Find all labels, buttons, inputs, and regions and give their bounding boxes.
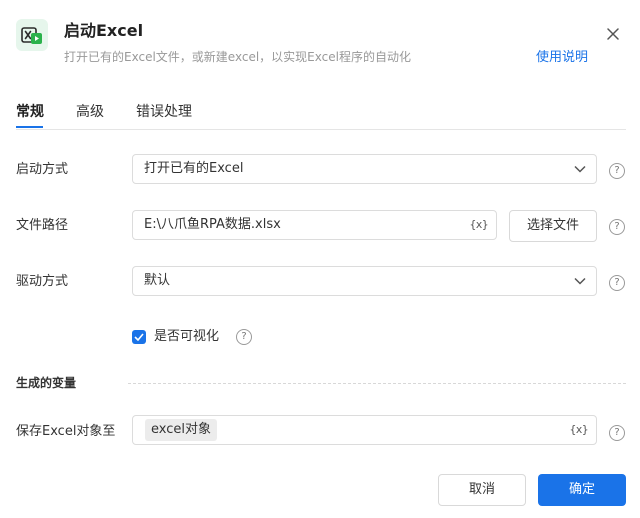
dialog-subtitle: 打开已有的Excel文件，或新建excel，以实现Excel程序的自动化 (64, 50, 411, 64)
visible-checkbox-label: 是否可视化 (154, 329, 220, 344)
excel-start-icon (16, 19, 48, 51)
section-divider (128, 383, 626, 384)
choose-file-button[interactable]: 选择文件 (509, 210, 597, 242)
file-path-label: 文件路径 (16, 218, 69, 233)
help-link[interactable]: 使用说明 (536, 49, 588, 67)
close-button[interactable] (600, 22, 626, 46)
insert-variable-button[interactable]: {x} (470, 211, 489, 239)
help-icon[interactable]: ? (609, 219, 625, 235)
save-to-variable-input[interactable]: excel对象 {x} (132, 415, 597, 445)
tab-advanced[interactable]: 高级 (76, 103, 104, 121)
chevron-down-icon (574, 277, 586, 285)
driver-mode-select[interactable]: 默认 (132, 266, 597, 296)
checkmark-icon (134, 333, 144, 341)
driver-mode-value: 默认 (144, 273, 171, 288)
active-tab-indicator (16, 126, 43, 128)
file-path-value: E:\八爪鱼RPA数据.xlsx (144, 217, 281, 232)
tab-general[interactable]: 常规 (16, 103, 44, 121)
insert-variable-button[interactable]: {x} (570, 416, 589, 444)
save-to-label: 保存Excel对象至 (16, 424, 116, 439)
tab-bar: 常规 高级 错误处理 (16, 96, 626, 130)
dialog-title: 启动Excel (64, 21, 144, 40)
launch-mode-label: 启动方式 (16, 162, 69, 177)
confirm-button[interactable]: 确定 (538, 474, 626, 506)
output-section-title: 生成的变量 (16, 376, 77, 390)
file-path-input[interactable]: E:\八爪鱼RPA数据.xlsx {x} (132, 210, 497, 240)
help-icon[interactable]: ? (609, 425, 625, 441)
tab-error-handling[interactable]: 错误处理 (136, 103, 192, 121)
driver-mode-label: 驱动方式 (16, 274, 69, 289)
help-icon[interactable]: ? (236, 329, 252, 345)
chevron-down-icon (574, 165, 586, 173)
launch-mode-select[interactable]: 打开已有的Excel (132, 154, 597, 184)
cancel-button[interactable]: 取消 (438, 474, 526, 506)
help-icon[interactable]: ? (609, 275, 625, 291)
help-icon[interactable]: ? (609, 163, 625, 179)
launch-mode-value: 打开已有的Excel (144, 161, 244, 176)
variable-tag: excel对象 (145, 419, 217, 441)
close-icon (607, 28, 619, 40)
visible-checkbox[interactable] (132, 330, 146, 344)
